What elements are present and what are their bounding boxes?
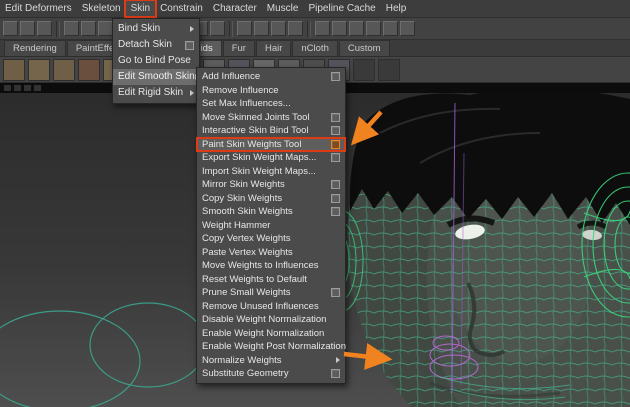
panel-icon[interactable]	[14, 85, 21, 91]
menu-item-export-skin-weight-maps[interactable]: Export Skin Weight Maps...	[197, 151, 345, 165]
option-box-icon[interactable]	[331, 207, 340, 217]
shelf-button[interactable]	[53, 58, 75, 81]
shelf-tab-ncloth[interactable]: nCloth	[292, 40, 338, 56]
option-box-icon[interactable]	[331, 153, 340, 163]
menu-item-enable-weight-post-normalization[interactable]: Enable Weight Post Normalization	[197, 340, 346, 354]
menu-help[interactable]: Help	[381, 1, 412, 16]
shelf-button[interactable]	[3, 58, 25, 81]
option-box-icon[interactable]	[185, 40, 194, 50]
toolbar-button[interactable]	[81, 21, 96, 36]
menu-item-enable-weight-normalization[interactable]: Enable Weight Normalization	[197, 327, 345, 341]
menu-item-move-weights-to-influences[interactable]: Move Weights to Influences	[197, 259, 345, 273]
toolbar-button[interactable]	[20, 21, 35, 36]
toolbar-button[interactable]	[366, 21, 381, 36]
submenu-arrow-icon	[190, 26, 194, 32]
main-menu-bar: Edit Deformers Skeleton Skin Constrain C…	[0, 0, 630, 18]
toolbar-button[interactable]	[383, 21, 398, 36]
character-model	[320, 93, 630, 407]
menu-character[interactable]: Character	[208, 1, 262, 16]
toolbar-button[interactable]	[271, 21, 286, 36]
submenu-arrow-icon	[336, 357, 340, 364]
toolbar-button[interactable]	[210, 21, 225, 36]
toolbar-button[interactable]	[332, 21, 347, 36]
menu-skeleton[interactable]: Skeleton	[77, 1, 126, 16]
option-box-icon[interactable]	[331, 369, 340, 379]
panel-icon[interactable]	[24, 85, 31, 91]
menu-item-disable-weight-normalization[interactable]: Disable Weight Normalization	[197, 313, 345, 327]
menu-item-detach-skin[interactable]: Detach Skin	[113, 37, 199, 53]
menu-item-substitute-geometry[interactable]: Substitute Geometry	[197, 367, 345, 381]
menu-item-bind-skin[interactable]: Bind Skin	[113, 21, 199, 37]
menu-item-set-max-influences[interactable]: Set Max Influences...	[197, 97, 345, 111]
maya-window: Edit Deformers Skeleton Skin Constrain C…	[0, 0, 630, 407]
toolbar-button[interactable]	[237, 21, 252, 36]
option-box-icon[interactable]	[331, 180, 340, 190]
shelf-tab-bar: Rendering PaintEffects Fluids Fur Hair n…	[0, 40, 630, 57]
menu-item-paste-vertex-weights[interactable]: Paste Vertex Weights	[197, 246, 345, 260]
menu-item-go-to-bind-pose[interactable]: Go to Bind Pose	[113, 53, 199, 69]
toolbar-separator	[229, 20, 233, 37]
shelf-button[interactable]	[378, 58, 400, 81]
menu-item-mirror-skin-weights[interactable]: Mirror Skin Weights	[197, 178, 345, 192]
menu-item-remove-unused-influences[interactable]: Remove Unused Influences	[197, 300, 345, 314]
submenu-arrow-icon	[190, 90, 194, 96]
edit-smooth-skin-submenu: Add Influence Remove Influence Set Max I…	[196, 67, 346, 384]
panel-icon[interactable]	[4, 85, 11, 91]
toolbar-button[interactable]	[64, 21, 79, 36]
toolbar-button[interactable]	[37, 21, 52, 36]
menu-item-reset-weights-to-default[interactable]: Reset Weights to Default	[197, 273, 345, 287]
toolbar-button[interactable]	[98, 21, 113, 36]
menu-item-interactive-skin-bind-tool[interactable]: Interactive Skin Bind Tool	[197, 124, 345, 138]
menu-item-smooth-skin-weights[interactable]: Smooth Skin Weights	[197, 205, 345, 219]
menu-item-move-skinned-joints-tool[interactable]: Move Skinned Joints Tool	[197, 111, 345, 125]
skin-dropdown-menu: Bind Skin Detach Skin Go to Bind Pose Ed…	[112, 18, 200, 104]
menu-item-edit-rigid-skin[interactable]: Edit Rigid Skin	[113, 85, 199, 101]
toolbar-button[interactable]	[288, 21, 303, 36]
shelf-tab-rendering[interactable]: Rendering	[4, 40, 66, 56]
menu-muscle[interactable]: Muscle	[262, 1, 304, 16]
toolbar-separator	[56, 20, 60, 37]
shelf-button[interactable]	[28, 58, 50, 81]
status-line-toolbar	[0, 18, 630, 40]
menu-item-prune-small-weights[interactable]: Prune Small Weights	[197, 286, 345, 300]
menu-item-edit-smooth-skin[interactable]: Edit Smooth Skin	[113, 69, 199, 85]
panel-icon[interactable]	[34, 85, 41, 91]
menu-skin[interactable]: Skin	[123, 0, 158, 18]
menu-item-copy-skin-weights[interactable]: Copy Skin Weights	[197, 192, 345, 206]
option-box-icon[interactable]	[331, 193, 340, 203]
toolbar-button[interactable]	[3, 21, 18, 36]
menu-item-import-skin-weight-maps[interactable]: Import Skin Weight Maps...	[197, 165, 345, 179]
menu-pipeline-cache[interactable]: Pipeline Cache	[303, 1, 380, 16]
shelf-tab-hair[interactable]: Hair	[255, 40, 292, 56]
toolbar-button[interactable]	[400, 21, 415, 36]
option-box-icon[interactable]	[331, 288, 340, 298]
menu-item-remove-influence[interactable]: Remove Influence	[197, 84, 345, 98]
shelf-button[interactable]	[78, 58, 100, 81]
toolbar-button[interactable]	[315, 21, 330, 36]
shelf-tab-custom[interactable]: Custom	[338, 40, 390, 56]
option-box-icon[interactable]	[331, 72, 340, 82]
menu-item-add-influence[interactable]: Add Influence	[197, 70, 345, 84]
menu-item-paint-skin-weights-tool[interactable]: Paint Skin Weights Tool	[196, 136, 346, 152]
menu-edit-deformers[interactable]: Edit Deformers	[0, 1, 77, 16]
option-box-icon[interactable]	[331, 139, 340, 149]
shelf-button[interactable]	[353, 58, 375, 81]
option-box-icon[interactable]	[331, 126, 340, 136]
toolbar-button[interactable]	[254, 21, 269, 36]
option-box-icon[interactable]	[331, 112, 340, 122]
toolbar-button[interactable]	[349, 21, 364, 36]
menu-item-copy-vertex-weights[interactable]: Copy Vertex Weights	[197, 232, 345, 246]
menu-constrain[interactable]: Constrain	[155, 1, 208, 16]
menu-item-weight-hammer[interactable]: Weight Hammer	[197, 219, 345, 233]
toolbar-separator	[307, 20, 311, 37]
menu-item-normalize-weights[interactable]: Normalize Weights	[197, 354, 345, 368]
shelf-tab-fur[interactable]: Fur	[222, 40, 255, 56]
